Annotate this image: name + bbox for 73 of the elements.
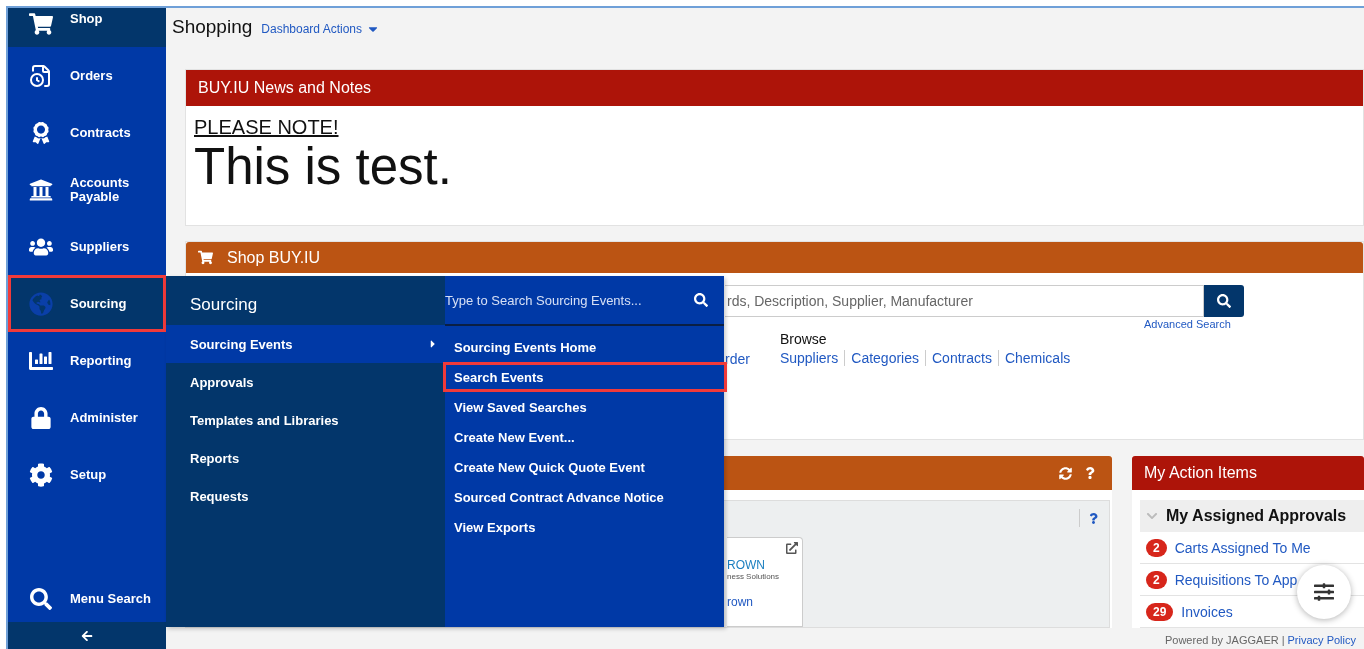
search-icon: [694, 293, 708, 307]
search-icon: [1217, 294, 1231, 308]
action-link[interactable]: Carts Assigned To Me: [1174, 539, 1311, 556]
browse-link[interactable]: Suppliers: [779, 350, 845, 366]
action-link[interactable]: Requisitions To App: [1174, 571, 1298, 588]
sidebar-item[interactable]: Administer: [8, 389, 166, 446]
browse-label: Browse: [779, 331, 828, 347]
menu-item[interactable]: Templates and Libraries: [166, 401, 445, 439]
browse-link[interactable]: Categories: [844, 350, 925, 366]
cart-icon: [29, 12, 53, 36]
submenu-item[interactable]: View Exports: [443, 512, 727, 542]
menu-item[interactable]: Requests: [166, 477, 445, 515]
search-field[interactable]: rds, Description, Supplier, Manufacturer: [725, 285, 1204, 317]
help-icon[interactable]: [1084, 466, 1096, 479]
dashboard-actions-link[interactable]: Dashboard Actions: [261, 22, 381, 36]
count-badge: 2: [1146, 538, 1167, 557]
submenu-search-field[interactable]: Type to Search Sourcing Events...: [445, 292, 694, 308]
panel-title: Shop BUY.IU: [227, 248, 321, 267]
settings-icon: [29, 462, 53, 487]
sidebar-item[interactable]: Accounts Payable: [8, 161, 166, 218]
logo-text: ROWN: [727, 558, 766, 572]
file-clock-icon: [29, 63, 53, 88]
submenu-item[interactable]: Sourcing Events Home: [443, 332, 727, 362]
search-icon: [30, 587, 52, 610]
help-icon[interactable]: [1088, 512, 1099, 524]
submenu-item[interactable]: View Saved Searches: [443, 392, 727, 422]
refresh-icon[interactable]: [1059, 466, 1072, 480]
submenu-item[interactable]: Search Events: [443, 362, 727, 392]
sidebar-item[interactable]: Reporting: [8, 332, 166, 389]
chevron-down-icon: [1146, 510, 1158, 522]
sidebar-item[interactable]: Contracts: [8, 104, 166, 161]
footer-separator: |: [1281, 634, 1285, 646]
sliders-icon: [1314, 582, 1334, 602]
order-link[interactable]: rder: [725, 351, 750, 367]
menu-item[interactable]: Reports: [166, 439, 445, 477]
browse-link[interactable]: Chemicals: [997, 350, 1077, 366]
menu-item[interactable]: Approvals: [166, 363, 445, 401]
menu-item[interactable]: Sourcing Events: [166, 325, 445, 363]
sidebar-item[interactable]: Shop: [8, 8, 166, 47]
sidebar-item[interactable]: Orders: [8, 47, 166, 104]
lock-icon: [30, 406, 52, 429]
action-link[interactable]: Invoices: [1181, 603, 1233, 620]
supplier-link[interactable]: rown: [727, 595, 802, 609]
bank-icon: [29, 177, 53, 202]
globe-icon: [29, 291, 53, 316]
section-header[interactable]: My Assigned Approvals: [1140, 500, 1364, 532]
powered-by-text: Powered by JAGGAER: [1164, 634, 1279, 646]
panel-title: BUY.IU News and Notes: [198, 79, 372, 97]
privacy-policy-link[interactable]: Privacy Policy: [1287, 634, 1356, 646]
note-text: This is test.: [194, 139, 453, 195]
page-title: Shopping: [172, 16, 253, 38]
sidebar-item[interactable]: Sourcing: [8, 275, 166, 332]
search-button[interactable]: [1204, 285, 1244, 317]
supplier-card[interactable]: ROWN ness Solutions rown: [727, 537, 803, 627]
note-heading: PLEASE NOTE!: [194, 116, 340, 139]
sidebar-item[interactable]: Setup: [8, 446, 166, 503]
submenu-item[interactable]: Create New Event...: [443, 422, 727, 452]
sidebar-item[interactable]: Suppliers: [8, 218, 166, 275]
menu-title: Sourcing: [189, 294, 259, 316]
advanced-search-link[interactable]: Advanced Search: [1144, 318, 1363, 330]
browse-link[interactable]: Contracts: [925, 350, 998, 366]
count-badge: 29: [1146, 602, 1174, 621]
cart-icon: [198, 250, 213, 265]
panel-title: My Action Items: [1144, 464, 1257, 482]
submenu-item[interactable]: Create New Quick Quote Event: [443, 452, 727, 482]
external-link-icon[interactable]: [786, 542, 798, 554]
menu-search-button[interactable]: Menu Search: [8, 575, 166, 622]
logo-tagline: ness Solutions: [727, 572, 781, 581]
count-badge: 2: [1146, 570, 1167, 589]
award-icon: [30, 121, 52, 144]
section-title: My Assigned Approvals: [1166, 507, 1347, 525]
submenu-item[interactable]: Sourced Contract Advance Notice: [443, 482, 727, 512]
arrow-left-icon: [81, 629, 93, 642]
